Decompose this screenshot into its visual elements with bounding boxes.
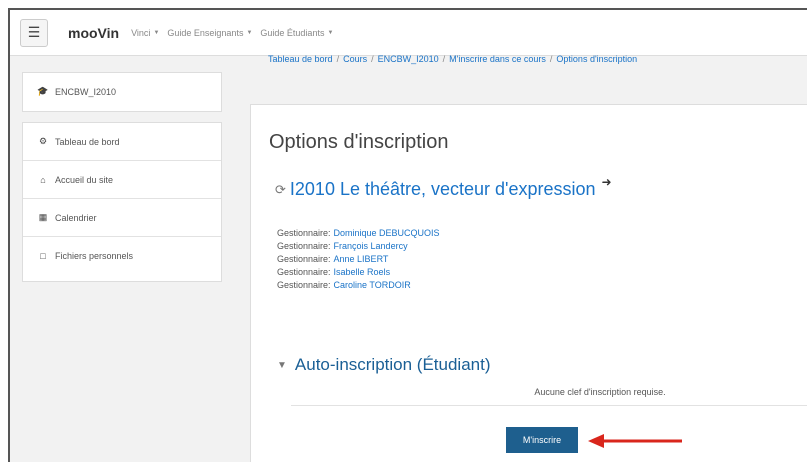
page-title: Options d'inscription — [269, 131, 449, 153]
manager-name[interactable]: Isabelle Roels — [334, 267, 391, 277]
course-icon: ⟳ — [275, 181, 286, 197]
nav-menu-label: Guide Enseignants — [167, 27, 244, 38]
manager-role: Gestionnaire: — [277, 267, 331, 277]
manager-row: Gestionnaire: Anne LIBERT — [277, 253, 440, 266]
manager-name[interactable]: Anne LIBERT — [334, 254, 389, 264]
caret-down-icon: ▼ — [246, 29, 253, 36]
home-icon: ⌂ — [40, 174, 46, 185]
breadcrumb-item[interactable]: M'inscrire dans ce cours — [449, 54, 546, 64]
sidebar-item-label: Fichiers personnels — [55, 251, 134, 261]
breadcrumb: Tableau de bord / Cours / ENCBW_I2010/M'insc… — [268, 54, 637, 64]
manager-row: Gestionnaire: Caroline TORDOIR — [277, 279, 440, 292]
manager-row: Gestionnaire: Dominique DEBUCQUOIS — [277, 227, 440, 240]
enrolment-key-note: Aucune clef d'inscription requise. — [534, 387, 666, 397]
sidebar-item-label: Tableau de bord — [55, 136, 120, 147]
manager-name[interactable]: Dominique DEBUCQUOIS — [334, 228, 440, 238]
manager-role: Gestionnaire: — [277, 280, 331, 290]
course-managers: Gestionnaire: Dominique DEBUCQUOIS Gestio… — [277, 227, 440, 292]
enrol-icon: ➜ — [601, 174, 612, 189]
caret-down-icon: ▼ — [327, 29, 334, 36]
sidebar-nav: ⚙ Tableau de bord ⌂ Accueil du site ▦ Ca… — [22, 122, 222, 282]
site-brand[interactable]: mooVin — [68, 25, 119, 41]
sidebar-course-label: ENCBW_I2010 — [55, 86, 117, 97]
chevron-down-icon: ▼ — [277, 359, 287, 371]
sidebar-item-calendar[interactable]: ▦ Calendrier — [23, 199, 221, 237]
breadcrumb-separator: / — [336, 54, 340, 64]
top-navbar: ☰ mooVin Vinci ▼ Guide Enseignants ▼ Gui… — [10, 10, 807, 56]
course-block: 🎓 ENCBW_I2010 — [22, 72, 222, 112]
sidebar-item-label: Accueil du site — [55, 174, 114, 185]
nav-menu-guide-etudiants[interactable]: Guide Étudiants ▼ — [260, 28, 333, 38]
breadcrumb-separator: / — [371, 54, 374, 64]
breadcrumb-item[interactable]: Options d'inscription — [556, 54, 637, 64]
sidebar-item-files[interactable]: □ Fichiers personnels — [23, 237, 221, 275]
sidebar-item-home[interactable]: ⌂ Accueil du site — [23, 161, 221, 199]
manager-name[interactable]: François Landercy — [334, 241, 408, 251]
manager-role: Gestionnaire: — [277, 241, 331, 251]
nav-menu: Vinci ▼ Guide Enseignants ▼ Guide Étudia… — [131, 28, 341, 38]
sidebar-item-dashboard[interactable]: ⚙ Tableau de bord — [23, 123, 221, 161]
sidebar-item-label: Calendrier — [55, 212, 97, 223]
nav-menu-guide-enseignants[interactable]: Guide Enseignants ▼ — [167, 28, 252, 38]
section-toggle[interactable]: ▼ Auto-inscription (Étudiant) — [277, 355, 491, 375]
hamburger-icon[interactable]: ☰ — [20, 18, 48, 47]
breadcrumb-separator: / — [442, 54, 446, 64]
caret-down-icon: ▼ — [153, 29, 160, 36]
manager-row: Gestionnaire: Isabelle Roels — [277, 266, 440, 279]
manager-role: Gestionnaire: — [277, 228, 331, 238]
calendar-icon: ▦ — [38, 212, 48, 222]
enroll-button[interactable]: M'inscrire — [506, 427, 578, 453]
manager-row: Gestionnaire: François Landercy — [277, 240, 440, 253]
nav-menu-label: Vinci — [131, 27, 151, 38]
course-name-link[interactable]: I2010 Le théâtre, vecteur d'expression — [290, 179, 596, 200]
sidebar-course-link[interactable]: 🎓 ENCBW_I2010 — [37, 86, 116, 97]
nav-menu-label: Guide Étudiants — [260, 27, 325, 38]
breadcrumb-item[interactable]: ENCBW_I2010 — [378, 54, 439, 64]
dashboard-icon: ⚙ — [38, 136, 48, 146]
manager-name[interactable]: Caroline TORDOIR — [334, 280, 411, 290]
course-name-row: ⟳ I2010 Le théâtre, vecteur d'expression… — [275, 175, 612, 200]
browser-frame: ☰ mooVin Vinci ▼ Guide Enseignants ▼ Gui… — [8, 8, 807, 462]
graduation-cap-icon: 🎓 — [37, 86, 49, 96]
divider — [291, 405, 807, 406]
section-title: Auto-inscription (Étudiant) — [294, 355, 491, 374]
file-icon: □ — [40, 251, 46, 261]
manager-role: Gestionnaire: — [277, 254, 331, 264]
breadcrumb-separator: / — [549, 54, 553, 64]
red-arrow-icon — [588, 434, 682, 448]
main-region: Options d'inscription ⟳ I2010 Le théâtre… — [250, 104, 807, 462]
breadcrumb-item[interactable]: Cours — [343, 54, 367, 64]
breadcrumb-item[interactable]: Tableau de bord — [268, 54, 333, 64]
nav-menu-vinci[interactable]: Vinci ▼ — [131, 28, 159, 38]
